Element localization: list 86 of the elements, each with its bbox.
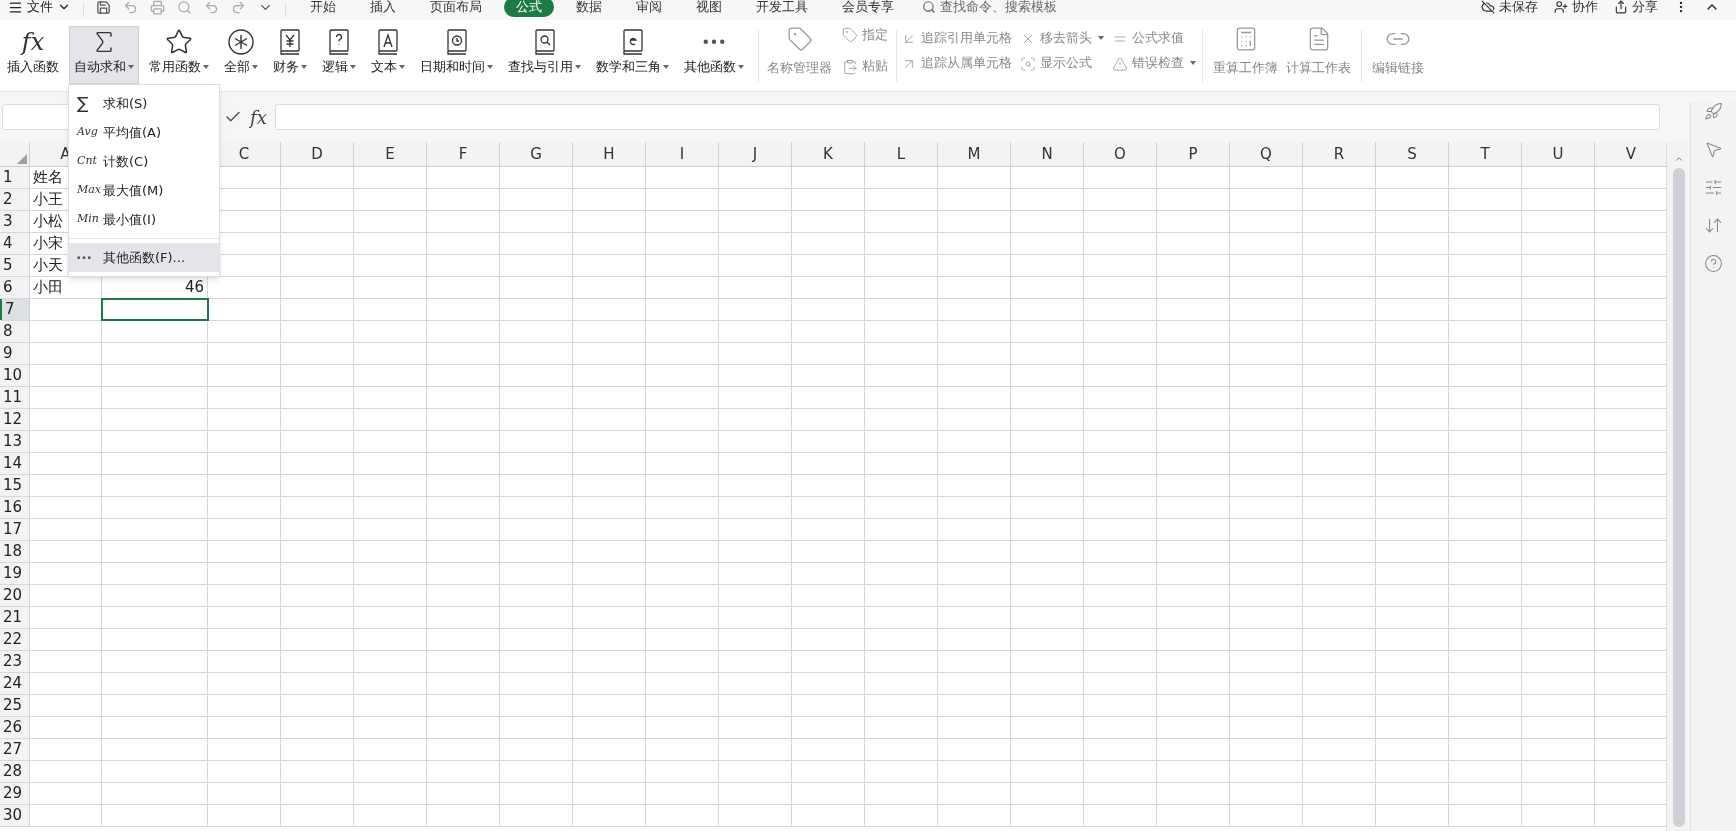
menu-item[interactable]: 其他函数(F)... bbox=[69, 243, 219, 272]
pointer-icon[interactable] bbox=[1704, 140, 1723, 159]
ribbon-tab[interactable]: 开始 bbox=[298, 0, 348, 17]
header-action[interactable]: 协作 bbox=[1554, 0, 1598, 17]
ribbon-button[interactable]: fx 插入函数 bbox=[2, 26, 64, 84]
ribbon-button[interactable]: 常用函数 bbox=[144, 26, 214, 84]
header-action[interactable]: 未保存 bbox=[1481, 0, 1538, 17]
ribbon-tab[interactable]: 视图 bbox=[684, 0, 734, 17]
search-field[interactable]: 查找命令、搜索模板 bbox=[922, 0, 1090, 17]
file-menu[interactable]: 文件 bbox=[8, 0, 71, 17]
menu-icon bbox=[8, 0, 23, 15]
column-header[interactable]: J bbox=[752, 142, 758, 166]
book-icon bbox=[277, 28, 303, 56]
column-header[interactable]: D bbox=[311, 142, 323, 166]
column-header[interactable]: F bbox=[458, 142, 468, 166]
ribbon-button[interactable]: 全部 bbox=[219, 26, 263, 84]
undo-icon[interactable] bbox=[204, 0, 219, 15]
column-header[interactable]: K bbox=[823, 142, 833, 166]
formula-field[interactable] bbox=[274, 104, 1660, 130]
ellipsis-icon bbox=[703, 39, 725, 45]
column-header[interactable]: R bbox=[1333, 142, 1345, 166]
column-header[interactable]: M bbox=[967, 142, 981, 166]
column-header[interactable]: U bbox=[1552, 142, 1564, 166]
tag-icon bbox=[786, 26, 813, 52]
scrollbar-thumb[interactable] bbox=[1672, 168, 1685, 827]
ribbon-tab[interactable]: 插入 bbox=[358, 0, 408, 17]
share-icon bbox=[1614, 0, 1628, 14]
column-header[interactable]: T bbox=[1480, 142, 1490, 166]
cloud-icon bbox=[1481, 0, 1495, 14]
preview-icon[interactable] bbox=[177, 0, 192, 15]
star-icon bbox=[165, 28, 193, 56]
book-icon bbox=[326, 28, 352, 56]
function-glyph-icon[interactable]: fx bbox=[250, 103, 267, 131]
ribbon-button[interactable]: 查找与引用 bbox=[503, 26, 586, 84]
ribbon-button[interactable]: 逻辑 bbox=[317, 26, 361, 84]
column-header[interactable]: H bbox=[603, 142, 615, 166]
ribbon-button[interactable]: 自动求和 bbox=[69, 26, 139, 84]
column-header[interactable]: P bbox=[1188, 142, 1198, 166]
rocket-icon[interactable] bbox=[1704, 102, 1723, 121]
save-icon[interactable] bbox=[96, 0, 111, 15]
sliders-icon[interactable] bbox=[1704, 178, 1723, 197]
menu-item[interactable]: ∑ 求和(S) bbox=[69, 89, 219, 118]
function-glyph-icon: Cnt bbox=[77, 153, 97, 170]
warning-icon bbox=[1112, 55, 1128, 72]
ribbon-tab[interactable]: 审阅 bbox=[624, 0, 674, 17]
ribbon-tab[interactable]: 页面布局 bbox=[418, 0, 494, 17]
clipboard-icon bbox=[842, 58, 858, 75]
ribbon-tab[interactable]: 公式 bbox=[504, 0, 554, 17]
column-header[interactable]: G bbox=[530, 142, 542, 166]
user-plus-icon bbox=[1554, 0, 1568, 14]
column-header[interactable]: C bbox=[238, 142, 250, 166]
ribbon-button[interactable]: 财务 bbox=[268, 26, 312, 84]
book-icon bbox=[375, 28, 401, 56]
column-header[interactable]: I bbox=[679, 142, 685, 166]
column-header[interactable]: O bbox=[1114, 142, 1126, 166]
ribbon-button[interactable]: 其他函数 bbox=[679, 26, 749, 84]
undo-icon[interactable] bbox=[123, 0, 138, 15]
formula-view-icon bbox=[1020, 55, 1036, 72]
header-action[interactable]: 分享 bbox=[1614, 0, 1658, 17]
function-glyph-icon: Min bbox=[77, 211, 99, 228]
ribbon-tab[interactable]: 会员专享 bbox=[830, 0, 906, 17]
column-header[interactable]: E bbox=[385, 142, 395, 166]
ribbon-button[interactable]: 日期和时间 bbox=[415, 26, 498, 84]
ellipsis-icon bbox=[77, 255, 91, 260]
ribbon-button[interactable]: 数学和三角 bbox=[591, 26, 674, 84]
active-cell[interactable] bbox=[102, 299, 208, 320]
column-header[interactable]: Q bbox=[1260, 142, 1272, 166]
ribbon-tab[interactable]: 数据 bbox=[564, 0, 614, 17]
column-header[interactable]: V bbox=[1625, 142, 1637, 166]
sort-icon[interactable] bbox=[1704, 216, 1723, 235]
column-header[interactable]: S bbox=[1407, 142, 1417, 166]
menu-item[interactable]: Avg 平均值(A) bbox=[69, 118, 219, 147]
function-glyph-icon: fx bbox=[21, 30, 45, 54]
help-icon[interactable] bbox=[1704, 254, 1723, 273]
ribbon-tab[interactable]: 开发工具 bbox=[744, 0, 820, 17]
function-glyph-icon: Avg bbox=[77, 124, 98, 141]
tag-icon bbox=[842, 27, 858, 44]
search-icon bbox=[922, 0, 936, 14]
ribbon-button[interactable]: 文本 bbox=[366, 26, 410, 84]
column-header[interactable]: N bbox=[1041, 142, 1053, 166]
print-icon[interactable] bbox=[150, 0, 165, 15]
column-header[interactable]: L bbox=[896, 142, 906, 166]
asterisk-circle-icon bbox=[227, 28, 255, 56]
function-glyph-icon: ∑ bbox=[77, 90, 89, 117]
redo-icon[interactable] bbox=[231, 0, 246, 15]
scroll-up-icon[interactable] bbox=[1673, 154, 1684, 164]
